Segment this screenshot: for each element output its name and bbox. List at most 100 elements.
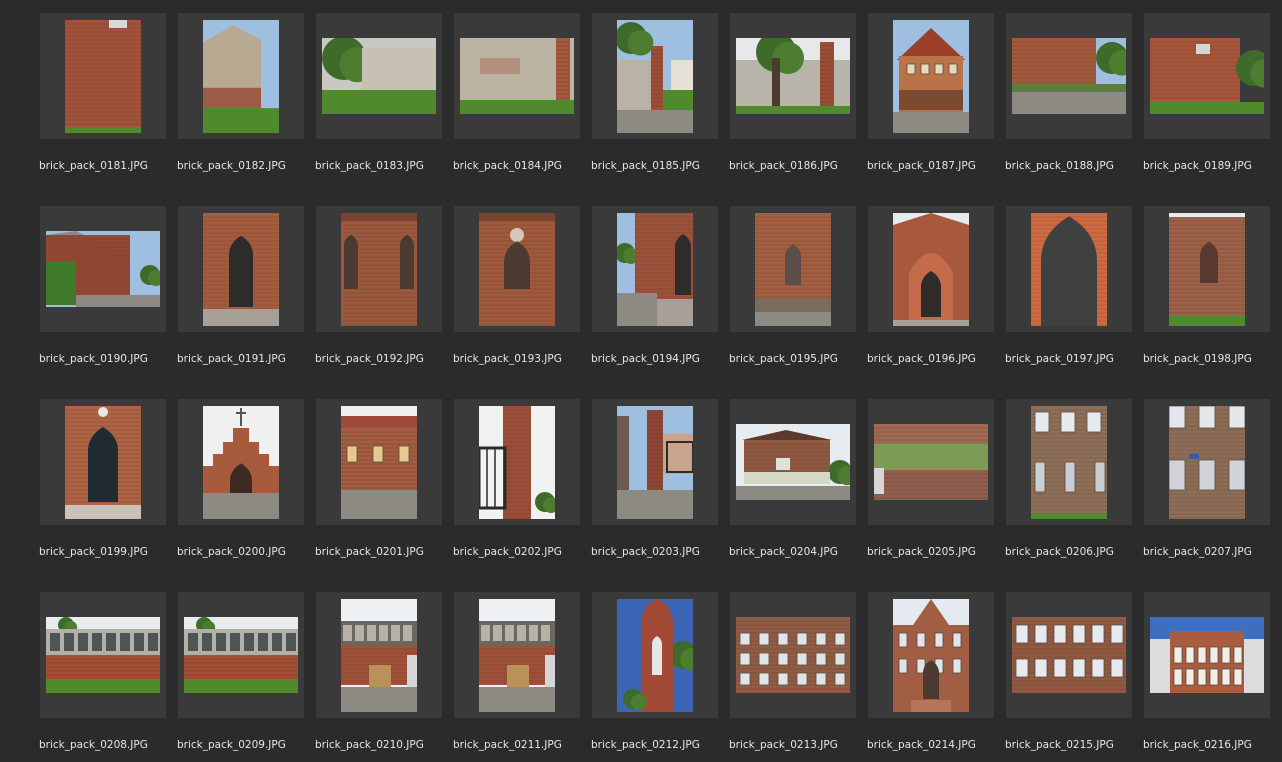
photo-thumbnail-image[interactable] (736, 617, 850, 693)
file-thumbnail-item[interactable]: brick_pack_0214.JPG (867, 592, 994, 762)
thumbnail-frame[interactable] (868, 13, 994, 139)
thumbnail-frame[interactable] (454, 592, 580, 718)
photo-thumbnail-image[interactable] (874, 424, 988, 500)
photo-thumbnail-image[interactable] (65, 20, 141, 133)
file-thumbnail-item[interactable]: brick_pack_0185.JPG (591, 13, 718, 183)
thumbnail-frame[interactable] (730, 206, 856, 332)
file-thumbnail-item[interactable]: brick_pack_0203.JPG (591, 399, 718, 569)
photo-thumbnail-image[interactable] (341, 599, 417, 712)
thumbnail-frame[interactable] (868, 592, 994, 718)
file-thumbnail-item[interactable]: brick_pack_0196.JPG (867, 206, 994, 376)
photo-thumbnail-image[interactable] (617, 213, 693, 326)
photo-thumbnail-image[interactable] (203, 213, 279, 326)
file-thumbnail-item[interactable]: brick_pack_0207.JPG (1143, 399, 1270, 569)
file-thumbnail-item[interactable]: brick_pack_0186.JPG (729, 13, 856, 183)
thumbnail-frame[interactable] (40, 592, 166, 718)
file-thumbnail-item[interactable]: brick_pack_0200.JPG (177, 399, 304, 569)
thumbnail-frame[interactable] (40, 13, 166, 139)
file-thumbnail-item[interactable]: brick_pack_0188.JPG (1005, 13, 1132, 183)
thumbnail-frame[interactable] (592, 206, 718, 332)
thumbnail-frame[interactable] (592, 592, 718, 718)
file-thumbnail-item[interactable]: brick_pack_0191.JPG (177, 206, 304, 376)
photo-thumbnail-image[interactable] (893, 213, 969, 326)
file-thumbnail-item[interactable]: brick_pack_0198.JPG (1143, 206, 1270, 376)
photo-thumbnail-image[interactable] (341, 406, 417, 519)
thumbnail-frame[interactable] (316, 13, 442, 139)
photo-thumbnail-image[interactable] (617, 599, 693, 712)
photo-thumbnail-image[interactable] (736, 38, 850, 114)
file-thumbnail-item[interactable]: brick_pack_0183.JPG (315, 13, 442, 183)
thumbnail-frame[interactable] (730, 592, 856, 718)
file-thumbnail-item[interactable]: brick_pack_0194.JPG (591, 206, 718, 376)
photo-thumbnail-image[interactable] (1012, 38, 1126, 114)
thumbnail-frame[interactable] (730, 13, 856, 139)
photo-thumbnail-image[interactable] (617, 406, 693, 519)
file-thumbnail-item[interactable]: brick_pack_0204.JPG (729, 399, 856, 569)
photo-thumbnail-image[interactable] (1169, 406, 1245, 519)
thumbnail-frame[interactable] (1006, 13, 1132, 139)
photo-thumbnail-image[interactable] (1150, 617, 1264, 693)
thumbnail-frame[interactable] (1144, 592, 1270, 718)
file-thumbnail-item[interactable]: brick_pack_0181.JPG (39, 13, 166, 183)
file-thumbnail-item[interactable]: brick_pack_0206.JPG (1005, 399, 1132, 569)
file-thumbnail-item[interactable]: brick_pack_0210.JPG (315, 592, 442, 762)
thumbnail-frame[interactable] (1006, 206, 1132, 332)
thumbnail-frame[interactable] (868, 206, 994, 332)
thumbnail-frame[interactable] (1006, 592, 1132, 718)
thumbnail-frame[interactable] (178, 206, 304, 332)
file-thumbnail-item[interactable]: brick_pack_0209.JPG (177, 592, 304, 762)
thumbnail-frame[interactable] (1006, 399, 1132, 525)
thumbnail-frame[interactable] (868, 399, 994, 525)
file-thumbnail-item[interactable]: brick_pack_0189.JPG (1143, 13, 1270, 183)
photo-thumbnail-image[interactable] (479, 213, 555, 326)
photo-thumbnail-image[interactable] (203, 406, 279, 519)
photo-thumbnail-image[interactable] (46, 231, 160, 307)
thumbnail-frame[interactable] (592, 399, 718, 525)
photo-thumbnail-image[interactable] (479, 406, 555, 519)
thumbnail-frame[interactable] (40, 399, 166, 525)
photo-thumbnail-image[interactable] (322, 38, 436, 114)
file-thumbnail-item[interactable]: brick_pack_0208.JPG (39, 592, 166, 762)
file-thumbnail-item[interactable]: brick_pack_0201.JPG (315, 399, 442, 569)
thumbnail-frame[interactable] (178, 13, 304, 139)
file-thumbnail-item[interactable]: brick_pack_0202.JPG (453, 399, 580, 569)
photo-thumbnail-image[interactable] (46, 617, 160, 693)
thumbnail-frame[interactable] (1144, 13, 1270, 139)
photo-thumbnail-image[interactable] (755, 213, 831, 326)
file-thumbnail-item[interactable]: brick_pack_0197.JPG (1005, 206, 1132, 376)
file-thumbnail-item[interactable]: brick_pack_0182.JPG (177, 13, 304, 183)
photo-thumbnail-image[interactable] (203, 20, 279, 133)
photo-thumbnail-image[interactable] (184, 617, 298, 693)
file-thumbnail-item[interactable]: brick_pack_0211.JPG (453, 592, 580, 762)
thumbnail-frame[interactable] (454, 13, 580, 139)
file-thumbnail-item[interactable]: brick_pack_0184.JPG (453, 13, 580, 183)
photo-thumbnail-image[interactable] (1031, 406, 1107, 519)
file-thumbnail-item[interactable]: brick_pack_0199.JPG (39, 399, 166, 569)
photo-thumbnail-image[interactable] (1012, 617, 1126, 693)
thumbnail-frame[interactable] (316, 592, 442, 718)
thumbnail-frame[interactable] (454, 206, 580, 332)
file-thumbnail-item[interactable]: brick_pack_0190.JPG (39, 206, 166, 376)
thumbnail-frame[interactable] (454, 399, 580, 525)
photo-thumbnail-image[interactable] (341, 213, 417, 326)
photo-thumbnail-image[interactable] (1169, 213, 1245, 326)
file-thumbnail-item[interactable]: brick_pack_0205.JPG (867, 399, 994, 569)
thumbnail-frame[interactable] (1144, 399, 1270, 525)
photo-thumbnail-image[interactable] (1150, 38, 1264, 114)
file-thumbnail-item[interactable]: brick_pack_0195.JPG (729, 206, 856, 376)
photo-thumbnail-image[interactable] (893, 599, 969, 712)
thumbnail-frame[interactable] (178, 399, 304, 525)
file-thumbnail-item[interactable]: brick_pack_0215.JPG (1005, 592, 1132, 762)
photo-thumbnail-image[interactable] (65, 406, 141, 519)
photo-thumbnail-image[interactable] (479, 599, 555, 712)
photo-thumbnail-image[interactable] (893, 20, 969, 133)
thumbnail-frame[interactable] (316, 206, 442, 332)
thumbnail-frame[interactable] (178, 592, 304, 718)
file-thumbnail-item[interactable]: brick_pack_0187.JPG (867, 13, 994, 183)
file-thumbnail-item[interactable]: brick_pack_0192.JPG (315, 206, 442, 376)
thumbnail-frame[interactable] (1144, 206, 1270, 332)
photo-thumbnail-image[interactable] (736, 424, 850, 500)
photo-thumbnail-image[interactable] (617, 20, 693, 133)
file-thumbnail-item[interactable]: brick_pack_0212.JPG (591, 592, 718, 762)
file-thumbnail-item[interactable]: brick_pack_0216.JPG (1143, 592, 1270, 762)
